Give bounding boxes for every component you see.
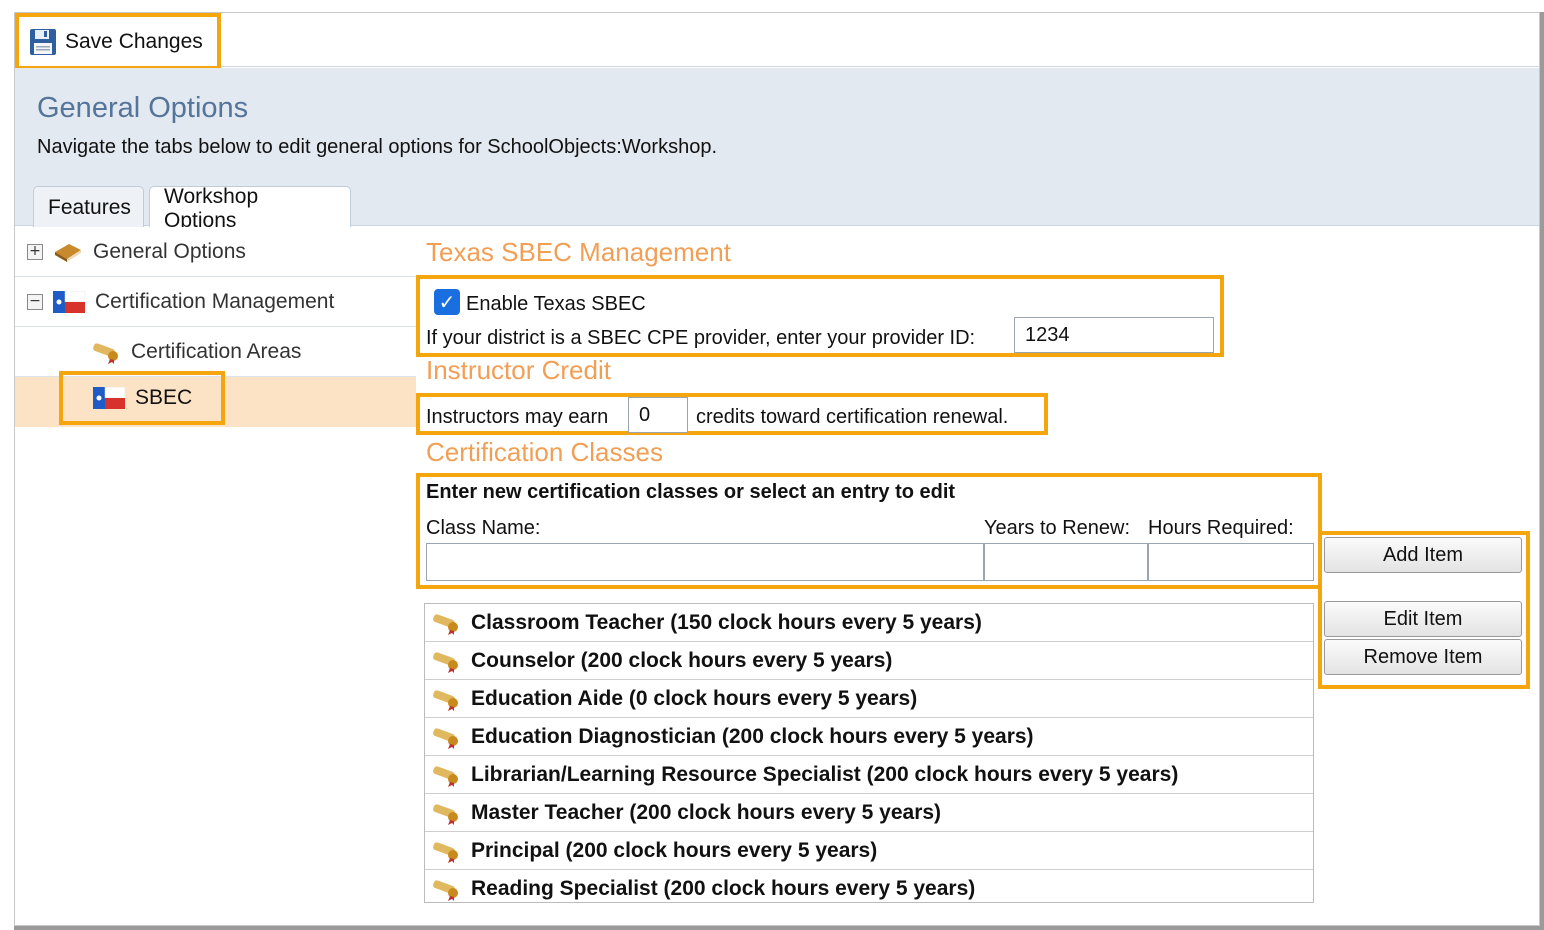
save-changes-button[interactable]: Save Changes	[15, 13, 221, 70]
options-tree: + General Options − Certification Manage…	[15, 227, 416, 925]
instructor-credit-box: Instructors may earn credits toward cert…	[416, 393, 1048, 435]
certificate-icon	[433, 841, 458, 863]
list-item-label: Classroom Teacher (150 clock hours every…	[471, 610, 982, 634]
credits-input[interactable]	[628, 397, 688, 433]
page-header: General Options Navigate the tabs below …	[15, 68, 1539, 232]
remove-item-button[interactable]: Remove Item	[1324, 639, 1522, 675]
tree-item-certification-management[interactable]: − Certification Management	[15, 277, 416, 327]
tree-item-label: Certification Areas	[131, 339, 302, 363]
certification-class-list: Classroom Teacher (150 clock hours every…	[424, 603, 1314, 903]
list-item-label: Counselor (200 clock hours every 5 years…	[471, 648, 893, 672]
certificate-icon	[433, 727, 458, 749]
class-name-input[interactable]	[426, 543, 984, 581]
list-item[interactable]: Principal (200 clock hours every 5 years…	[425, 832, 1313, 870]
provider-id-label: If your district is a SBEC CPE provider,…	[426, 327, 976, 349]
list-item[interactable]: Education Aide (0 clock hours every 5 ye…	[425, 680, 1313, 718]
app-window: Save Changes General Options Navigate th…	[14, 12, 1540, 926]
page-subtitle: Navigate the tabs below to edit general …	[37, 136, 718, 158]
expand-icon[interactable]: +	[27, 243, 43, 260]
list-item-label: Education Diagnostician (200 clock hours…	[471, 724, 1034, 748]
certificate-icon	[433, 803, 458, 825]
edit-item-button[interactable]: Edit Item	[1324, 601, 1522, 637]
class-name-label: Class Name:	[426, 517, 541, 539]
years-to-renew-label: Years to Renew:	[984, 517, 1131, 539]
list-item-label: Reading Specialist (200 clock hours ever…	[471, 877, 976, 900]
certificate-icon	[433, 880, 458, 901]
section-title-certification-classes: Certification Classes	[426, 437, 663, 467]
enable-sbec-checkbox[interactable]: ✓	[434, 289, 460, 315]
sbec-panel: Texas SBEC Management ✓ Enable Texas SBE…	[416, 227, 1539, 925]
enable-sbec-label: Enable Texas SBEC	[466, 293, 646, 315]
list-item[interactable]: Master Teacher (200 clock hours every 5 …	[425, 794, 1313, 832]
new-class-entry-box: Enter new certification classes or selec…	[416, 473, 1322, 589]
list-item[interactable]: Reading Specialist (200 clock hours ever…	[425, 870, 1313, 908]
list-item-label: Education Aide (0 clock hours every 5 ye…	[471, 686, 918, 710]
list-item-label: Master Teacher (200 clock hours every 5 …	[471, 800, 942, 824]
hours-required-label: Hours Required:	[1148, 517, 1294, 539]
certificate-icon	[433, 613, 458, 635]
add-item-button[interactable]: Add Item	[1324, 537, 1522, 573]
tree-item-label: General Options	[93, 239, 246, 263]
entry-instruction: Enter new certification classes or selec…	[426, 481, 956, 503]
hours-required-input[interactable]	[1148, 543, 1314, 581]
list-item[interactable]: Librarian/Learning Resource Specialist (…	[425, 756, 1313, 794]
texas-flag-icon	[53, 290, 85, 313]
tab-workshop-options[interactable]: Workshop Options	[149, 185, 351, 232]
certificate-icon	[433, 765, 458, 787]
sbec-settings-box: ✓ Enable Texas SBEC If your district is …	[416, 275, 1224, 357]
floppy-disk-icon	[30, 28, 56, 55]
list-item[interactable]: Counselor (200 clock hours every 5 years…	[425, 642, 1313, 680]
provider-id-input[interactable]	[1014, 317, 1214, 353]
tree-item-label: SBEC	[135, 386, 193, 409]
certificate-icon	[433, 689, 458, 711]
section-title-instructor-credit: Instructor Credit	[426, 355, 611, 385]
certificate-icon	[93, 342, 118, 364]
certificate-icon	[433, 651, 458, 673]
list-item[interactable]: Classroom Teacher (150 clock hours every…	[425, 604, 1313, 642]
section-title-sbec: Texas SBEC Management	[426, 237, 731, 267]
tab-features[interactable]: Features	[33, 186, 144, 228]
list-item-label: Librarian/Learning Resource Specialist (…	[471, 762, 1179, 786]
credit-prefix-label: Instructors may earn	[426, 406, 609, 428]
years-to-renew-input[interactable]	[984, 543, 1148, 581]
save-changes-label: Save Changes	[65, 29, 203, 53]
page-title: General Options	[37, 92, 249, 124]
texas-flag-icon	[93, 387, 125, 409]
tree-item-sbec-highlight[interactable]: SBEC	[59, 371, 225, 425]
book-icon	[55, 243, 81, 262]
credit-suffix-label: credits toward certification renewal.	[696, 406, 1009, 428]
list-item-label: Principal (200 clock hours every 5 years…	[471, 838, 878, 862]
list-item[interactable]: Education Diagnostician (200 clock hours…	[425, 718, 1313, 756]
tree-item-certification-areas[interactable]: Certification Areas	[15, 327, 416, 377]
tree-item-label: Certification Management	[95, 289, 335, 313]
toolbar: Save Changes	[15, 13, 1539, 70]
tree-item-general-options[interactable]: + General Options	[15, 227, 416, 277]
collapse-icon[interactable]: −	[27, 293, 43, 310]
